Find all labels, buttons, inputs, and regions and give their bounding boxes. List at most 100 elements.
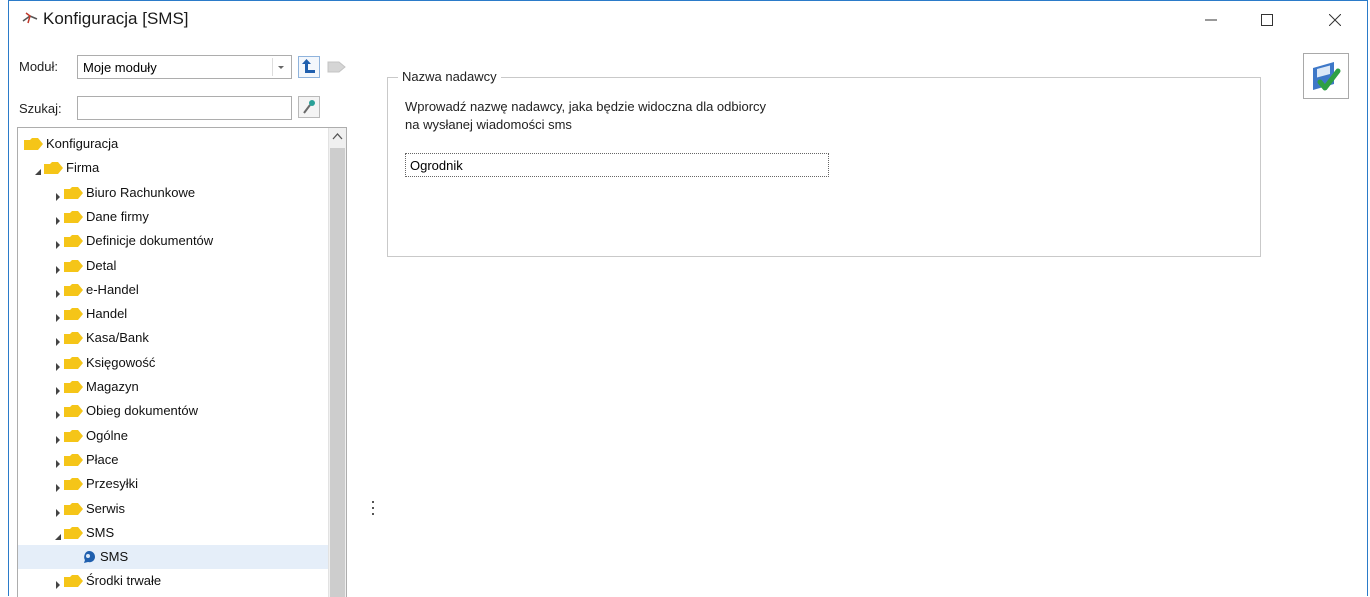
collapsed-arrow-icon[interactable] [54,383,62,398]
description-line-1: Wprowadź nazwę nadawcy, jaka będzie wido… [405,99,767,114]
save-icon [1313,62,1341,91]
sender-name-input[interactable] [405,153,829,177]
tree-item-label: Dane firmy [86,208,149,224]
sms-node-icon [82,550,102,564]
tree-item-ksiegowosc[interactable]: Księgowość [18,351,329,375]
folder-icon [64,283,84,296]
tree-item-label: Biuro Rachunkowe [86,184,196,200]
folder-icon [64,502,84,515]
close-button[interactable] [1313,5,1357,35]
folder-icon [64,429,84,442]
collapsed-arrow-icon[interactable] [54,456,62,471]
folder-icon [64,259,84,272]
tree-item-label: Środki trwałe [86,573,162,589]
tree-item-label: SMS [86,524,115,540]
close-icon [1329,14,1341,26]
maximize-button[interactable] [1245,5,1289,35]
tree-item-label: Płace [86,451,119,467]
collapsed-arrow-icon[interactable] [54,237,62,252]
save-button[interactable] [1303,53,1349,99]
collapsed-arrow-icon[interactable] [54,310,62,325]
module-select-value: Moje moduły [83,60,157,75]
tree-item-e-handel[interactable]: e-Handel [18,278,329,302]
collapsed-arrow-icon[interactable] [54,359,62,374]
folder-icon [64,526,84,539]
tree-item-label: Ogólne [86,427,128,443]
tree-item-label: Konfiguracja [46,136,119,151]
maximize-icon [1261,14,1273,26]
title-bar[interactable]: Konfiguracja [SMS] [9,1,1367,39]
collapsed-arrow-icon[interactable] [54,577,62,592]
search-input[interactable] [77,96,292,120]
module-select[interactable]: Moje moduły [77,55,292,79]
folder-icon [64,235,84,248]
tree-item-definicje-dokumentow[interactable]: Definicje dokumentów [18,229,329,253]
folder-icon [64,405,84,418]
tree-item-przesylki[interactable]: Przesyłki [18,472,329,496]
tree-item-ogolne[interactable]: Ogólne [18,424,329,448]
expanded-arrow-icon[interactable] [34,164,42,179]
folder-icon [64,210,84,223]
tree-item-serwis[interactable]: Serwis [18,497,329,521]
window-title: Konfiguracja [SMS] [43,9,189,28]
description-line-2: na wysłanej wiadomości sms [405,117,572,132]
tree-item-place[interactable]: Płace [18,448,329,472]
group-description: Wprowadź nazwę nadawcy, jaka będzie wido… [405,98,766,134]
tree-item-dane-firmy[interactable]: Dane firmy [18,205,329,229]
tree-item-label: Definicje dokumentów [86,233,214,249]
folder-icon [64,356,84,369]
config-window: Konfiguracja [SMS] Moduł: Moje moduły Sz… [8,0,1368,597]
tree-item-firma[interactable]: Firma [18,156,329,180]
tree-item-label: Handel [86,306,128,322]
search-icon [303,100,315,114]
scroll-up-icon[interactable] [329,128,346,145]
scroll-thumb[interactable] [330,148,345,597]
minimize-icon [1205,19,1217,21]
group-title: Nazwa nadawcy [398,69,501,84]
folder-icon [24,138,44,150]
tree-item-srodki-trwale[interactable]: Środki trwałe [18,569,329,593]
collapsed-arrow-icon[interactable] [54,213,62,228]
back-button[interactable] [298,56,320,78]
tree-item-sms[interactable]: SMS [18,545,329,570]
tree-item-kasa-bank[interactable]: Kasa/Bank [18,326,329,350]
config-tree[interactable]: Konfiguracja Firma Biuro Rachunkowe Dane fi… [17,127,347,597]
tree-item-obieg-dokumentow[interactable]: Obieg dokumentów [18,399,329,423]
collapsed-arrow-icon[interactable] [54,334,62,349]
chevron-down-icon[interactable] [272,58,289,76]
collapsed-arrow-icon[interactable] [54,432,62,447]
tree-item-label: e-Handel [86,281,139,297]
folder-icon [64,186,84,199]
forward-icon [327,61,346,73]
tree-item-magazyn[interactable]: Magazyn [18,375,329,399]
expanded-arrow-icon[interactable] [54,529,62,544]
tree-item-label: Serwis [86,500,126,516]
tree-item-konfiguracja[interactable]: Konfiguracja [18,132,329,156]
minimize-button[interactable] [1189,5,1233,35]
collapsed-arrow-icon[interactable] [54,480,62,495]
folder-icon [64,332,84,345]
module-label: Moduł: [19,59,59,74]
tree-item-label: Kasa/Bank [86,330,149,346]
tree-item-handel[interactable]: Handel [18,302,329,326]
tree-scrollbar[interactable] [328,128,346,597]
search-label: Szukaj: [19,101,62,116]
folder-icon [64,478,84,491]
back-arrow-icon [298,56,320,78]
folder-icon [64,308,84,321]
tree-item-label: Detal [86,257,117,273]
search-button[interactable] [298,96,320,118]
collapsed-arrow-icon[interactable] [54,262,62,277]
tree-item-label: Przesyłki [86,476,139,492]
collapsed-arrow-icon[interactable] [54,407,62,422]
panel-splitter[interactable] [371,501,375,523]
forward-button[interactable] [325,56,347,78]
collapsed-arrow-icon[interactable] [54,286,62,301]
tree-item-detal[interactable]: Detal [18,254,329,278]
tree-item-label: Obieg dokumentów [86,403,199,419]
tree-item-sms-group[interactable]: SMS [18,521,329,545]
tree-item-biuro-rachunkowe[interactable]: Biuro Rachunkowe [18,181,329,205]
collapsed-arrow-icon[interactable] [54,505,62,520]
collapsed-arrow-icon[interactable] [54,189,62,204]
tree-item-label: Księgowość [86,354,156,370]
